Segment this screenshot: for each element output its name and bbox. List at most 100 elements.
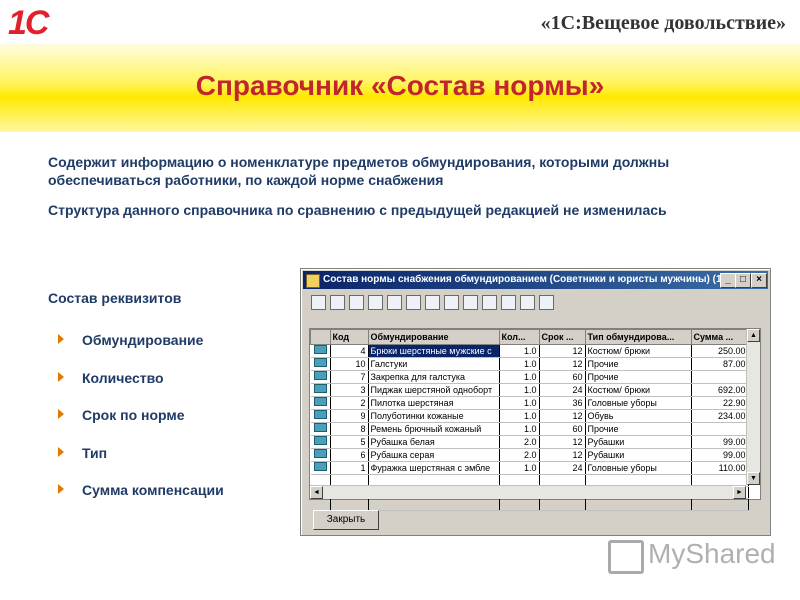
requisite-item: Обмундирование xyxy=(58,332,203,348)
cell-term: 12 xyxy=(539,357,586,371)
cell-code: 4 xyxy=(330,344,369,358)
column-header[interactable]: Кол... xyxy=(498,329,540,345)
copy-icon[interactable] xyxy=(330,295,345,310)
cell-code: 2 xyxy=(330,396,369,410)
cell-qty: 1.0 xyxy=(499,344,540,358)
column-header[interactable]: Код xyxy=(329,329,369,345)
table-row[interactable]: 1 Фуражка шерстяная с эмбле 1.0 24 Головные … xyxy=(310,461,749,475)
table-row[interactable]: 5 Рубашка белая 2.0 12 Рубашки 99.00 xyxy=(310,435,749,449)
close-button[interactable]: Закрыть xyxy=(313,510,379,530)
cell-term: 60 xyxy=(539,422,586,436)
edit-icon[interactable] xyxy=(368,295,383,310)
list-icon[interactable] xyxy=(444,295,459,310)
close-window-button[interactable]: × xyxy=(751,273,767,288)
cell-qty: 1.0 xyxy=(499,383,540,397)
cell-code: 5 xyxy=(330,435,369,449)
cell-item: Закрепка для галстука xyxy=(368,370,500,384)
cell-item: Рубашка серая xyxy=(368,448,500,462)
table-row[interactable]: 2 Пилотка шерстяная 1.0 36 Головные уборы 22.… xyxy=(310,396,749,410)
cell-type: Обувь xyxy=(585,409,692,423)
minimize-button[interactable]: _ xyxy=(720,273,736,288)
cell-qty: 2.0 xyxy=(499,435,540,449)
table-row[interactable]: 7 Закрепка для галстука 1.0 60 Прочие xyxy=(310,370,749,384)
cell-term: 24 xyxy=(539,461,586,475)
cell-term xyxy=(539,498,586,511)
cell-sum xyxy=(691,422,749,436)
cell-code: 3 xyxy=(330,383,369,397)
cell-type: Головные уборы xyxy=(585,461,692,475)
table-row[interactable]: 9 Полуботинки кожаные 1.0 12 Обувь 234.00 xyxy=(310,409,749,423)
folder-icon xyxy=(313,423,327,432)
scroll-left-icon[interactable]: ◄ xyxy=(310,486,323,499)
cell-code: 10 xyxy=(330,357,369,371)
window-title-bar[interactable]: Состав нормы снабжения обмундированием (… xyxy=(303,271,768,289)
cell-code xyxy=(330,498,369,511)
table-row[interactable]: 8 Ремень брючный кожаный 1.0 60 Прочие xyxy=(310,422,749,436)
help-icon[interactable] xyxy=(520,295,535,310)
cursor-help-icon[interactable] xyxy=(539,295,554,310)
bullet-arrow-icon xyxy=(58,409,64,419)
requisite-item: Количество xyxy=(58,370,164,386)
cell-code: 9 xyxy=(330,409,369,423)
slide-title: Справочник «Состав нормы» xyxy=(195,70,605,101)
table-row[interactable] xyxy=(310,498,749,511)
folder-icon xyxy=(313,462,327,471)
cell-item: Ремень брючный кожаный xyxy=(368,422,500,436)
column-header[interactable]: Тип обмундирова... xyxy=(584,329,692,345)
maximize-button[interactable]: □ xyxy=(735,273,751,288)
cell-qty: 1.0 xyxy=(499,409,540,423)
cell-code: 7 xyxy=(330,370,369,384)
cell-type: Прочие xyxy=(585,370,692,384)
search-icon[interactable] xyxy=(349,295,364,310)
folder-icon xyxy=(313,371,327,380)
scroll-down-icon[interactable]: ▼ xyxy=(747,472,760,485)
cell-item: Рубашка белая xyxy=(368,435,500,449)
requisites-heading: Состав реквизитов xyxy=(48,290,182,306)
delete-icon[interactable] xyxy=(387,295,402,310)
title-band: Справочник «Состав нормы» xyxy=(0,44,800,132)
cell-type: Головные уборы xyxy=(585,396,692,410)
top-bar: 1С «1С:Вещевое довольствие» xyxy=(0,0,800,44)
folder-icon xyxy=(313,449,327,458)
bullet-arrow-icon xyxy=(58,372,64,382)
vertical-scrollbar[interactable]: ▲ ▼ xyxy=(746,329,760,485)
cell-qty xyxy=(499,498,540,511)
cell-term: 12 xyxy=(539,409,586,423)
table-row[interactable]: 3 Пиджак шерстяной одноборт 1.0 24 Костюм/ б… xyxy=(310,383,749,397)
table-row[interactable]: 6 Рубашка серая 2.0 12 Рубашки 99.00 xyxy=(310,448,749,462)
folder-icon xyxy=(313,436,327,445)
window-app-icon xyxy=(306,274,320,288)
bullet-arrow-icon xyxy=(58,484,64,494)
cell-code: 6 xyxy=(330,448,369,462)
table-row[interactable]: 10 Галстуки 1.0 12 Прочие 87.00 xyxy=(310,357,749,371)
group-icon[interactable] xyxy=(406,295,421,310)
scroll-up-icon[interactable]: ▲ xyxy=(747,329,760,342)
add-icon[interactable] xyxy=(311,295,326,310)
cell-sum: 110.00 xyxy=(691,461,749,475)
column-header[interactable]: Обмундирование xyxy=(367,329,500,345)
cell-sum: 99.00 xyxy=(691,448,749,462)
filter-icon[interactable] xyxy=(501,295,516,310)
cell-code: 8 xyxy=(330,422,369,436)
folder-icon xyxy=(313,384,327,393)
cell-sum xyxy=(691,498,749,511)
column-header[interactable]: Срок ... xyxy=(538,329,586,345)
cell-type: Костюм/ брюки xyxy=(585,383,692,397)
cell-qty: 1.0 xyxy=(499,370,540,384)
cell-sum: 234.00 xyxy=(691,409,749,423)
hierarchy-icon[interactable] xyxy=(482,295,497,310)
doc-icon[interactable] xyxy=(463,295,478,310)
cell-qty: 1.0 xyxy=(499,422,540,436)
data-grid[interactable]: Код Обмундирование Кол... Срок ... Тип о… xyxy=(309,328,761,511)
move-icon[interactable] xyxy=(425,295,440,310)
column-header[interactable]: Сумма ... xyxy=(690,329,749,345)
cell-code: 1 xyxy=(330,461,369,475)
table-row[interactable]: 4 Брюки шерстяные мужские с 1.0 12 Костюм/ б… xyxy=(310,344,749,358)
cell-term: 12 xyxy=(539,435,586,449)
cell-sum: 250.00 xyxy=(691,344,749,358)
cell-type: Костюм/ брюки xyxy=(585,344,692,358)
horizontal-scrollbar[interactable]: ◄ ► xyxy=(310,485,746,499)
cell-item: Пиджак шерстяной одноборт xyxy=(368,383,500,397)
norm-composition-window: Состав нормы снабжения обмундированием (… xyxy=(300,268,771,536)
scroll-right-icon[interactable]: ► xyxy=(733,486,746,499)
